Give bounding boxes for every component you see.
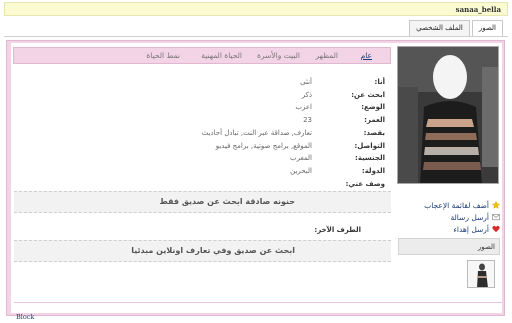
profile-tabs: الملف الشخصي الصور [409,20,503,36]
photos-section-header: الصور [398,238,500,255]
field-value-nationality: المغرب [290,154,312,162]
username-bar: sanaa_bella [4,2,508,16]
tab-photos[interactable]: الصور [471,20,503,36]
about-me-text: حنونه صادقة ابحث عن صديق فقط [159,197,295,206]
field-value-gender: أنثى [300,78,312,86]
send-message-label: أرسل رسالة [450,212,489,222]
footer-divider [14,302,502,303]
tab-profile[interactable]: الملف الشخصي [409,20,470,36]
send-message-link[interactable]: أرسل رسالة [400,211,500,223]
envelope-icon [492,214,500,221]
send-gift-link[interactable]: أرسل إهداء [400,223,500,235]
photos-section-title: الصور [477,243,495,251]
profile-subnav: عام المظهر البيت والأسرة الحياة المهنية … [13,47,391,64]
photo-thumbnail-image [468,261,494,287]
subnav-home-family[interactable]: البيت والأسرة [257,51,300,60]
send-gift-label: أرسل إهداء [453,224,489,234]
field-value-country: البحرين [290,167,312,175]
block-link[interactable]: Block [16,313,34,321]
subnav-lifestyle[interactable]: نمط الحياة [146,51,180,60]
partner-section-label: الطرف الآخر: [314,226,361,234]
star-icon [492,201,500,209]
subnav-career[interactable]: الحياة المهنية [201,51,242,60]
partner-box: ابحث عن صديق وفي تعارف اونلاين مبدئيا [14,240,391,262]
field-label-about: وصف عني: [345,180,385,188]
profile-photo[interactable] [397,46,499,184]
add-favorite-label: أضف لقائمة الإعجاب [424,200,489,210]
tabs-divider [4,36,508,37]
field-value-seeking: ذكر [301,91,312,99]
partner-text: ابحث عن صديق وفي تعارف اونلاين مبدئيا [131,246,295,255]
profile-photo-image [398,47,498,183]
field-value-purpose: تعارف, صداقة عبر النت, تبادل أحاديث [201,129,312,137]
add-favorite-link[interactable]: أضف لقائمة الإعجاب [400,199,500,211]
field-value-status: اعزب [295,103,312,111]
about-me-box: حنونه صادقة ابحث عن صديق فقط [14,191,391,213]
photo-thumbnail[interactable] [467,260,495,288]
field-value-contact: الموقع, برامج صوتية, برامج فيديو [215,142,312,150]
profile-actions: أضف لقائمة الإعجاب أرسل رسالة أرسل إهداء [400,199,500,235]
field-value-age: 23 [303,116,312,124]
username: sanaa_bella [455,5,501,14]
subnav-general[interactable]: عام [361,51,372,60]
heart-icon [492,225,500,233]
subnav-appearance[interactable]: المظهر [316,51,338,60]
